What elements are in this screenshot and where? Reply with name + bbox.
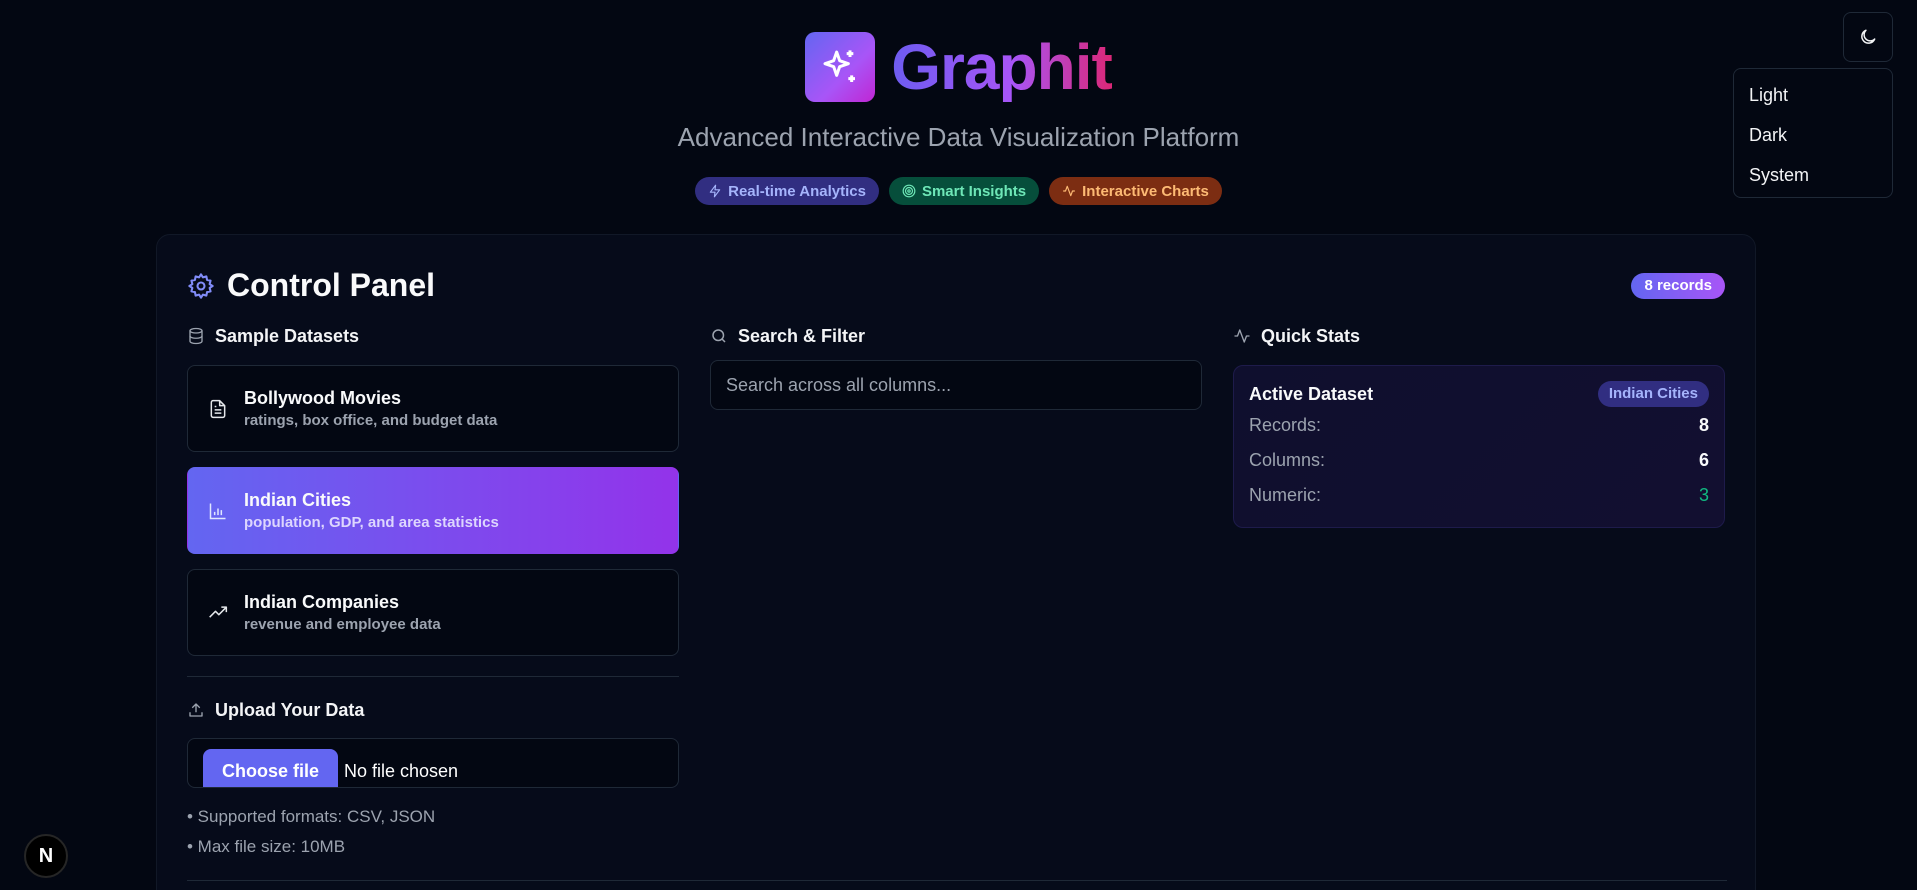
records-count-badge: 8 records [1631,273,1725,299]
datasets-column: Sample Datasets Bollywood Movies ratings… [187,323,679,862]
dataset-description: population, GDP, and area statistics [244,514,499,531]
target-icon [902,184,916,198]
panel-title: Control Panel [227,267,436,303]
theme-option-dark[interactable]: Dark [1734,115,1892,155]
dataset-card-bollywood-movies[interactable]: Bollywood Movies ratings, box office, an… [187,365,679,452]
stats-card-header: Active Dataset Indian Cities [1249,380,1709,408]
control-panel: Control Panel 8 records Sample Datasets … [156,234,1756,890]
quick-stats-card: Active Dataset Indian Cities Records: 8 … [1233,365,1725,528]
theme-option-light[interactable]: Light [1734,75,1892,115]
badge-realtime-analytics: Real-time Analytics [695,177,879,205]
datasets-heading-label: Sample Datasets [215,325,360,346]
section-divider [187,880,1727,881]
stat-label: Numeric: [1249,485,1322,505]
badge-label: Smart Insights [921,182,1027,200]
stat-label: Records: [1249,415,1322,435]
activity-icon [1234,329,1250,343]
file-status: No file chosen [344,761,459,781]
dataset-name: Bollywood Movies [244,388,402,408]
choose-file-button[interactable]: Choose file [203,749,338,787]
upload-icon [189,703,203,717]
active-dataset-badge: Indian Cities [1597,381,1709,407]
brand-header: Graphit [0,32,1917,102]
dataset-description: revenue and employee data [244,616,441,633]
stat-row-records: Records: 8 [1249,408,1709,443]
upload-hint-formats: • Supported formats: CSV, JSON [187,807,436,826]
app-page: Graphit Advanced Interactive Data Visual… [0,0,1917,890]
search-heading: Search & Filter [710,323,1202,349]
datasets-heading: Sample Datasets [187,323,679,349]
badge-interactive-charts: Interactive Charts [1049,177,1222,205]
stat-value: 8 [1698,415,1709,435]
moon-icon [1861,29,1876,44]
stat-row-columns: Columns: 6 [1249,443,1709,478]
panel-header: Control Panel [187,267,435,304]
upload-hint-size: • Max file size: 10MB [187,837,346,856]
database-icon [189,327,203,345]
upload-heading-label: Upload Your Data [215,699,365,720]
stat-label: Columns: [1249,450,1326,470]
activity-icon [1063,185,1075,197]
bar-chart-icon [209,503,226,519]
theme-toggle-button[interactable] [1843,12,1893,62]
brand-title: Graphit [891,31,1113,103]
stat-value: 3 [1698,485,1709,505]
stat-value: 6 [1698,450,1709,470]
stats-card-title: Active Dataset [1249,383,1374,404]
search-heading-label: Search & Filter [738,325,866,346]
sparkles-icon [805,32,876,102]
theme-menu: Light Dark System [1733,68,1893,198]
feature-badges: Real-time Analytics Smart Insights Inter… [0,177,1917,205]
badge-label: Interactive Charts [1082,182,1209,200]
badge-label: Real-time Analytics [728,182,866,200]
dataset-card-indian-companies[interactable]: Indian Companies revenue and employee da… [187,569,679,656]
file-text-icon [210,399,226,418]
tagline: Advanced Interactive Data Visualization … [677,122,1240,152]
badge-smart-insights: Smart Insights [888,177,1040,205]
zap-icon [709,184,721,198]
dataset-name: Indian Cities [244,490,352,510]
upload-heading: Upload Your Data [187,697,679,723]
dataset-name: Indian Companies [244,592,400,612]
dataset-card-indian-cities[interactable]: Indian Cities population, GDP, and area … [187,467,679,554]
trending-up-icon [209,605,228,618]
search-icon [712,329,726,343]
upload-hints: • Supported formats: CSV, JSON • Max fil… [187,802,679,862]
stats-heading-label: Quick Stats [1261,325,1361,346]
file-upload-input[interactable]: Choose file No file chosen [187,738,679,788]
dataset-description: ratings, box office, and budget data [244,412,498,429]
gear-icon [188,272,214,299]
theme-option-system[interactable]: System [1734,155,1892,195]
search-input[interactable] [710,360,1202,410]
stats-column: Quick Stats Active Dataset Indian Cities… [1233,323,1725,528]
section-divider [187,676,679,677]
nextjs-dev-badge[interactable]: N [24,834,68,878]
stat-row-numeric: Numeric: 3 [1249,478,1709,513]
stats-heading: Quick Stats [1233,323,1725,349]
search-column: Search & Filter [710,323,1202,410]
